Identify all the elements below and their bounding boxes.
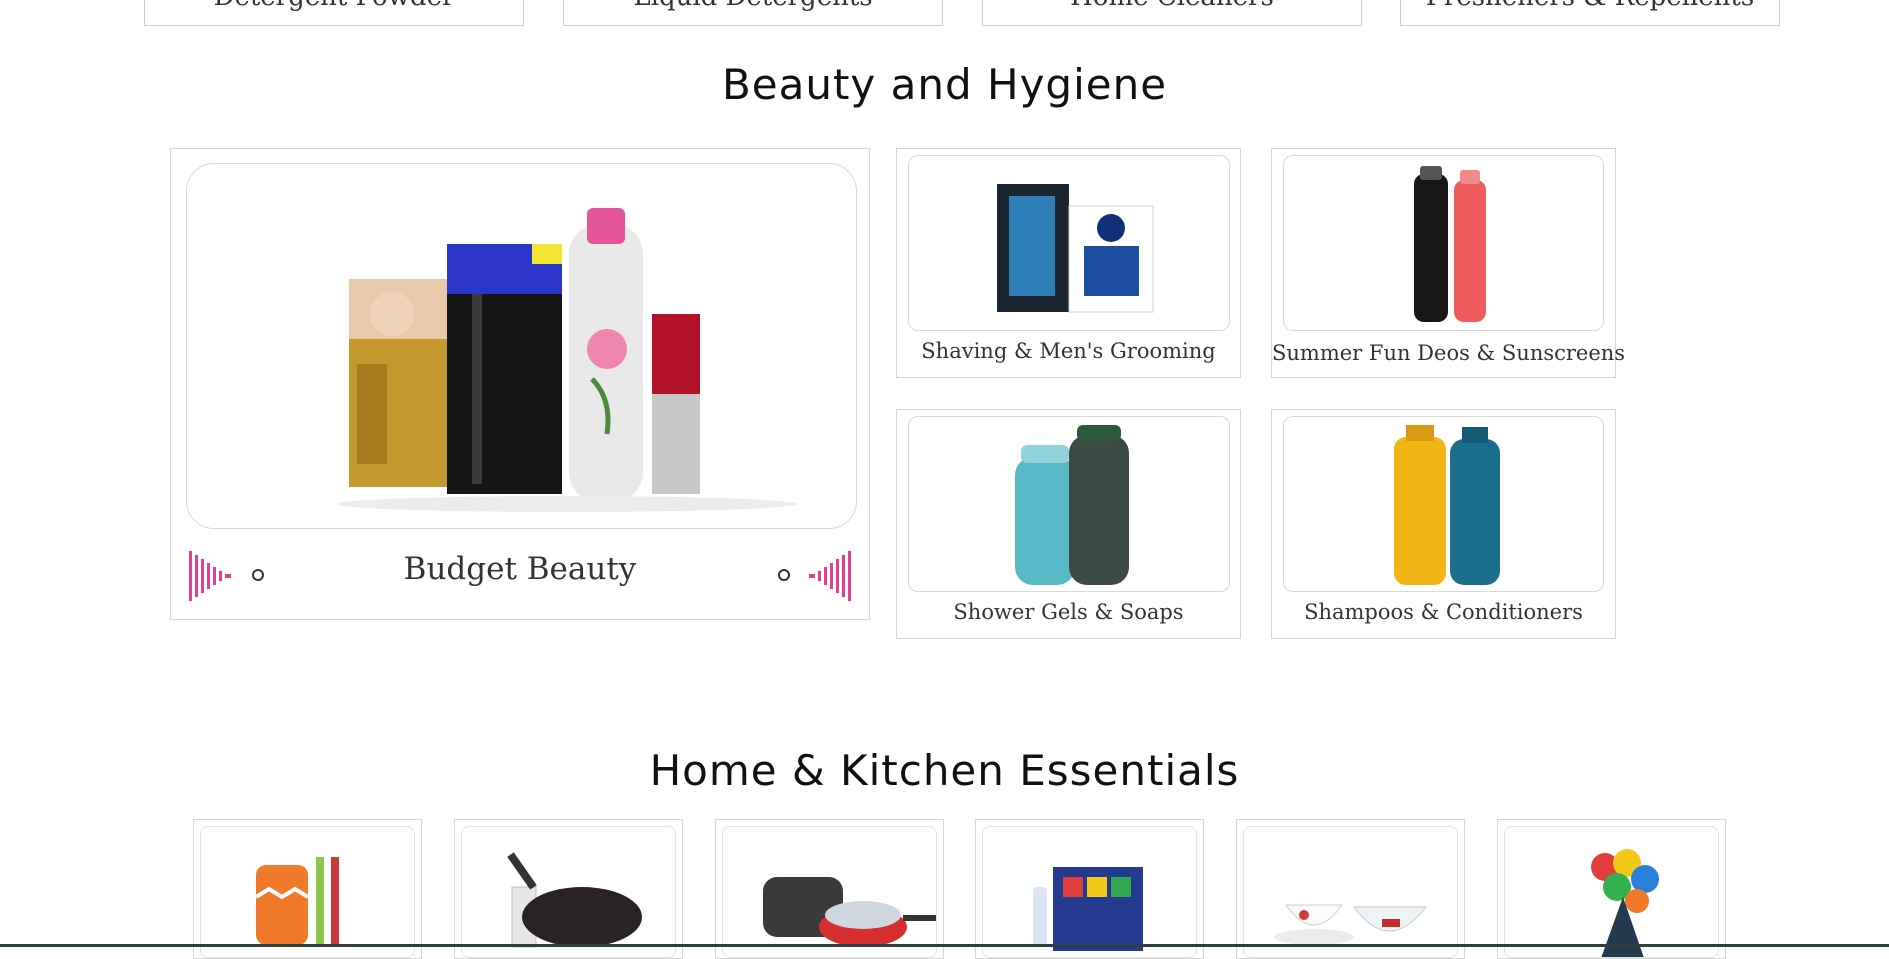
category-card-fresheners-repellents[interactable]: Fresheners & Repellents (1400, 0, 1780, 26)
kitchen-image (1504, 826, 1719, 958)
kitchen-image (982, 826, 1197, 958)
category-card-detergent-powder[interactable]: Detergent Powder (144, 0, 524, 26)
kitchen-card-tools[interactable] (193, 819, 422, 959)
kitchen-image (200, 826, 415, 958)
banner-product-image (186, 163, 857, 529)
next-arrow-icon[interactable] (807, 551, 851, 601)
category-label: Shampoos & Conditioners (1304, 600, 1583, 624)
category-image (908, 155, 1230, 331)
kitchen-card-party[interactable] (1497, 819, 1726, 959)
category-image (908, 416, 1230, 592)
kitchen-image (722, 826, 937, 958)
category-label: Home Cleaners (1070, 0, 1274, 12)
kitchen-card-cups-bowls[interactable] (1236, 819, 1465, 959)
category-card-shower-gels-soaps[interactable]: Shower Gels & Soaps (896, 409, 1241, 639)
section-title-kitchen: Home & Kitchen Essentials (649, 746, 1240, 795)
category-label: Detergent Powder (214, 0, 455, 12)
category-card-liquid-detergents[interactable]: Liquid Detergents (563, 0, 943, 26)
category-label: Fresheners & Repellents (1426, 0, 1754, 12)
kitchen-card-cookware[interactable] (454, 819, 683, 959)
kitchen-card-pressure-cooker[interactable] (715, 819, 944, 959)
category-card-home-cleaners[interactable]: Home Cleaners (982, 0, 1362, 26)
category-card-shaving-mens-grooming[interactable]: Shaving & Men's Grooming (896, 148, 1241, 378)
kitchen-card-stationery[interactable] (975, 819, 1204, 959)
category-label: Summer Fun Deos & Sunscreens (1272, 341, 1626, 365)
banner-label: Budget Beauty (403, 551, 637, 587)
budget-beauty-banner[interactable]: Budget Beauty (170, 148, 870, 620)
kitchen-image (461, 826, 676, 958)
top-category-row: Detergent Powder Liquid Detergents Home … (0, 0, 1889, 28)
category-image (1283, 416, 1604, 592)
category-image (1283, 155, 1604, 331)
category-label: Liquid Detergents (633, 0, 872, 12)
category-label: Shower Gels & Soaps (953, 600, 1184, 624)
category-card-summer-deos-sunscreens[interactable]: Summer Fun Deos & Sunscreens (1271, 148, 1626, 378)
carousel-dot-right[interactable] (778, 569, 790, 581)
category-label: Shaving & Men's Grooming (921, 339, 1216, 363)
section-title-beauty: Beauty and Hygiene (721, 60, 1168, 109)
category-card-shampoos-conditioners[interactable]: Shampoos & Conditioners (1271, 409, 1616, 639)
kitchen-image (1243, 826, 1458, 958)
